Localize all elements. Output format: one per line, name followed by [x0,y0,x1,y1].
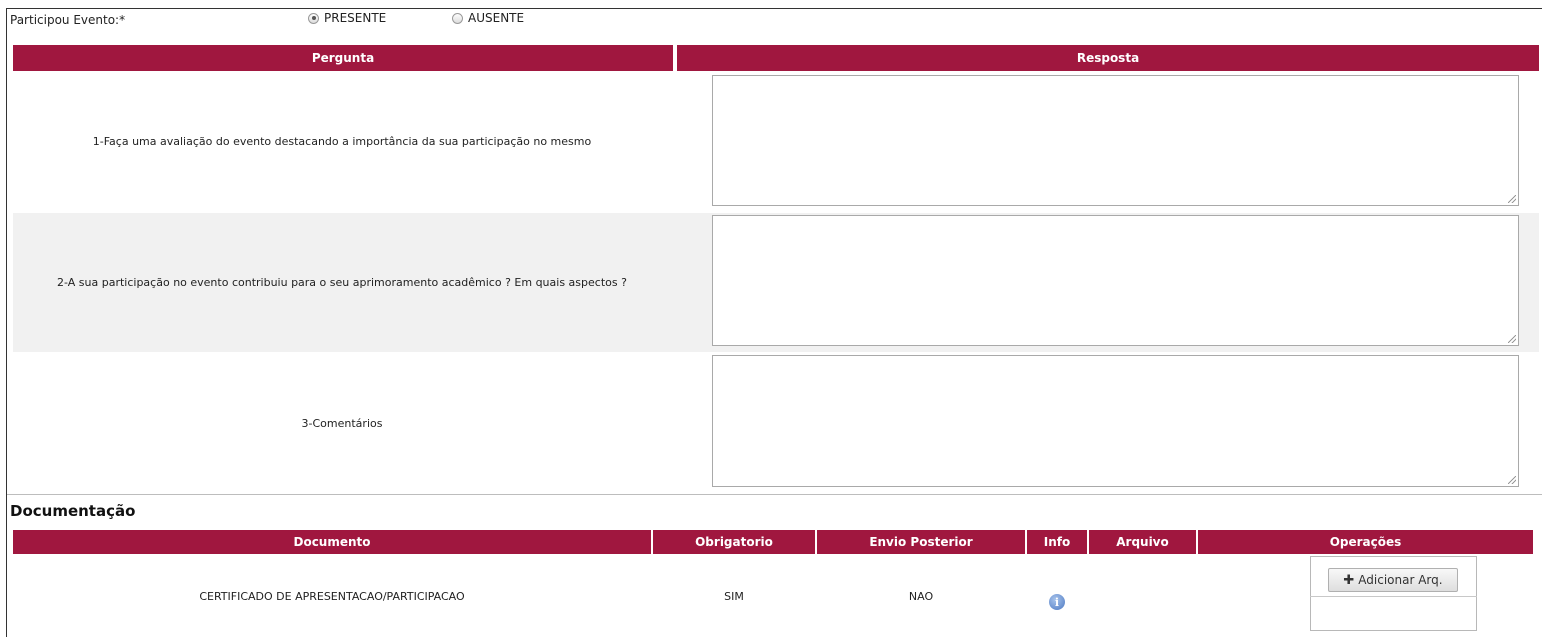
doc-table-row: CERTIFICADO DE APRESENTACAO/PARTICIPACAO… [13,556,1539,636]
doc-info-cell: i [1027,556,1087,636]
header-operacoes: Operações [1198,530,1533,554]
doc-table-header: Documento Obrigatorio Envio Posterior In… [13,530,1539,554]
radio-ausente[interactable]: AUSENTE [452,11,524,25]
header-arquivo: Arquivo [1089,530,1196,554]
doc-envio-posterior: NAO [908,589,934,603]
doc-arquivo [1089,556,1196,636]
operations-divider [1310,596,1477,597]
question-3: 3-Comentários [301,416,383,430]
header-resposta: Resposta [677,45,1539,71]
header-obrigatorio: Obrigatorio [653,530,815,554]
question-2: 2-A sua participação no evento contribui… [57,276,627,289]
radio-presente[interactable]: PRESENTE [308,11,386,25]
qa-table-header: Pergunta Resposta [13,45,1539,71]
doc-documento: CERTIFICADO DE APRESENTACAO/PARTICIPACAO [199,589,465,603]
question-1: 1-Faça uma avaliação do evento destacand… [92,135,592,148]
plus-icon: ✚ [1343,572,1355,588]
section-divider [7,494,1542,495]
header-pergunta: Pergunta [13,45,673,71]
header-envio-posterior: Envio Posterior [817,530,1025,554]
radio-presente-circle[interactable] [308,12,319,24]
radio-ausente-circle[interactable] [452,12,463,24]
add-file-button[interactable]: ✚ Adicionar Arq. [1328,568,1458,592]
answer-textarea-3[interactable] [712,355,1519,487]
documentation-title: Documentação [10,502,136,520]
header-documento: Documento [13,530,651,554]
header-info: Info [1027,530,1087,554]
radio-presente-label: PRESENTE [324,11,387,25]
answer-textarea-2[interactable] [712,215,1519,346]
radio-ausente-label: AUSENTE [468,11,525,25]
doc-obrigatorio: SIM [724,589,744,603]
answer-textarea-1[interactable] [712,75,1519,206]
attendance-label: Participou Evento:* [10,13,126,27]
add-file-label: Adicionar Arq. [1358,573,1443,587]
info-icon[interactable]: i [1049,594,1065,610]
